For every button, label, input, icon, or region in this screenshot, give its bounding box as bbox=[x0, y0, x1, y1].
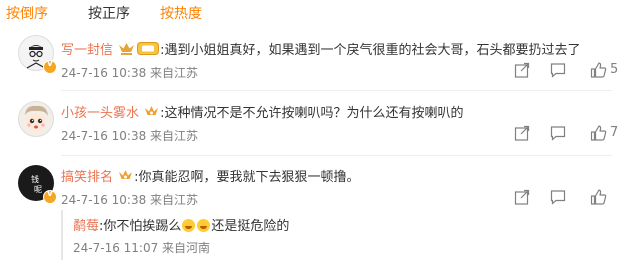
comment-icon[interactable] bbox=[550, 189, 566, 205]
vip-badge-icon bbox=[137, 42, 160, 59]
like-icon[interactable] bbox=[590, 62, 607, 78]
svg-text:钱: 钱 bbox=[31, 174, 39, 184]
reply-text-before: :你不怕挨踢么 bbox=[99, 219, 182, 234]
avatar[interactable] bbox=[18, 35, 57, 74]
tab-sort-hot[interactable]: 按热度 bbox=[160, 3, 202, 23]
avatar[interactable] bbox=[18, 101, 54, 137]
reply-username-link[interactable]: 鹬莓 bbox=[73, 219, 99, 234]
avatar[interactable]: 钱 呢 bbox=[18, 165, 57, 204]
like-count: 7 bbox=[610, 125, 619, 140]
comment-item: 写一封信 :遇到小姐姐真好，如果遇到一个戾气很重的社会大哥，石头都要扔过去了 2… bbox=[0, 32, 624, 94]
verified-badge-icon bbox=[43, 189, 57, 204]
comment-item: 小孩一头雾水 :这种情况不是不允许按喇叭吗？为什么还有按喇叭的 24-7-16 … bbox=[0, 96, 624, 158]
divider bbox=[61, 90, 612, 91]
avatar-image bbox=[18, 101, 54, 137]
username-link[interactable]: 小孩一头雾水 bbox=[61, 106, 139, 121]
reply-text-line: 鹬莓:你不怕挨踢么 还是挺危险的 bbox=[73, 215, 289, 234]
tab-sort-asc[interactable]: 按正序 bbox=[88, 3, 130, 23]
comment-meta: 24-7-16 10:38 来自江苏 bbox=[61, 129, 199, 143]
username-link[interactable]: 搞笑排名 bbox=[61, 170, 113, 185]
comment-actions: 5 bbox=[514, 62, 624, 80]
comment-meta: 24-7-16 10:38 来自江苏 bbox=[61, 66, 199, 80]
comment-text: :你真能忍啊，要我就下去狠狠一顿撸。 bbox=[134, 170, 360, 185]
laughing-emoji-icon bbox=[182, 219, 196, 232]
sort-bar: 按倒序 按正序 按热度 bbox=[0, 0, 624, 26]
share-icon[interactable] bbox=[514, 125, 530, 141]
like-icon[interactable] bbox=[590, 125, 607, 141]
reply-meta: 24-7-16 11:07 来自河南 bbox=[73, 241, 211, 255]
comment-text-line: 搞笑排名 :你真能忍啊，要我就下去狠狠一顿撸。 bbox=[61, 166, 360, 187]
reply-text-after: 还是挺危险的 bbox=[211, 219, 290, 234]
gold-medal-icon bbox=[118, 42, 135, 60]
like-icon[interactable] bbox=[590, 189, 607, 205]
comment-actions: 7 bbox=[514, 125, 624, 143]
comment-text: :遇到小姐姐真好，如果遇到一个戾气很重的社会大哥，石头都要扔过去了 bbox=[160, 43, 581, 58]
tab-sort-desc[interactable]: 按倒序 bbox=[6, 3, 48, 23]
comment-meta: 24-7-16 10:38 来自江苏 bbox=[61, 193, 199, 207]
gold-medal-icon bbox=[144, 105, 159, 123]
comment-text-line: 小孩一头雾水 :这种情况不是不允许按喇叭吗？为什么还有按喇叭的 bbox=[61, 102, 464, 123]
share-icon[interactable] bbox=[514, 62, 530, 78]
comment-text-line: 写一封信 :遇到小姐姐真好，如果遇到一个戾气很重的社会大哥，石头都要扔过去了 bbox=[61, 39, 581, 60]
comment-text: :这种情况不是不允许按喇叭吗？为什么还有按喇叭的 bbox=[160, 106, 464, 121]
gold-medal-icon bbox=[118, 169, 133, 187]
comment-actions bbox=[514, 189, 624, 207]
comment-icon[interactable] bbox=[550, 62, 566, 78]
like-count: 5 bbox=[610, 62, 619, 77]
comment-icon[interactable] bbox=[550, 125, 566, 141]
username-link[interactable]: 写一封信 bbox=[61, 43, 113, 58]
laughing-emoji-icon bbox=[197, 219, 211, 232]
share-icon[interactable] bbox=[514, 189, 530, 205]
verified-badge-icon bbox=[43, 59, 57, 74]
svg-text:呢: 呢 bbox=[34, 185, 42, 194]
reply-block: 鹬莓:你不怕挨踢么 还是挺危险的 24-7-16 11:07 来自河南 bbox=[61, 210, 613, 260]
divider bbox=[61, 155, 612, 156]
